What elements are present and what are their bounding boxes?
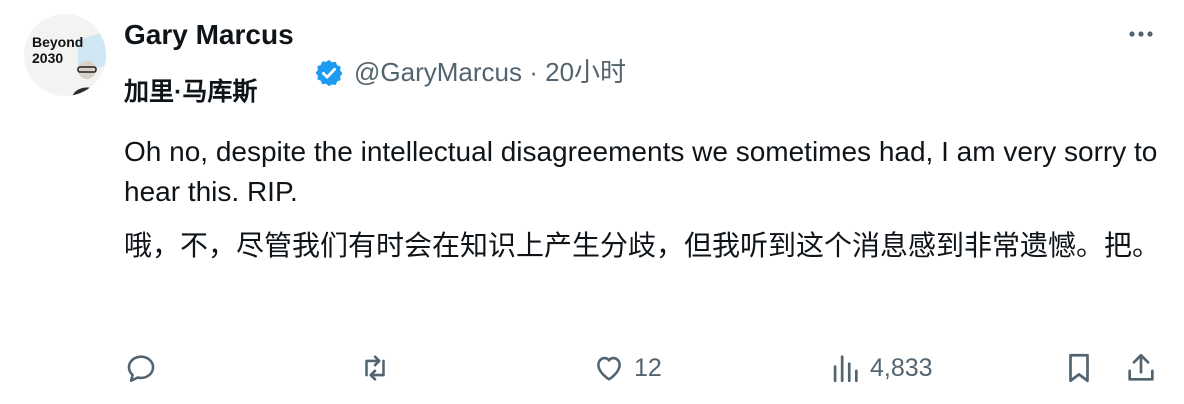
avatar-person-icon: [72, 61, 102, 96]
like-icon: [597, 356, 621, 381]
reply-button[interactable]: [124, 346, 158, 390]
views-button[interactable]: 4,833: [828, 346, 933, 390]
tweet-text-chinese: 哦，不，尽管我们有时会在知识上产生分歧，但我听到这个消息感到非常遗憾。把。: [124, 230, 1161, 261]
like-button[interactable]: 12: [592, 346, 662, 390]
bookmark-icon: [1069, 353, 1089, 383]
author-meta: @GaryMarcus · 20小时: [354, 56, 626, 88]
tweet-text-english: Oh no, despite the intellectual disagree…: [124, 136, 1158, 207]
timestamp[interactable]: 20小时: [545, 57, 626, 87]
verified-badge-icon: [315, 59, 343, 87]
author-handle[interactable]: @GaryMarcus: [354, 57, 522, 87]
author-name[interactable]: Gary Marcus: [124, 18, 294, 52]
view-count: 4,833: [870, 353, 933, 382]
separator: ·: [529, 57, 538, 87]
share-icon: [1128, 353, 1154, 381]
retweet-button[interactable]: [358, 346, 392, 390]
views-icon: [833, 355, 858, 383]
bookmark-button[interactable]: [1062, 346, 1096, 390]
reply-icon: [127, 355, 155, 383]
action-bar: 12 4,833: [0, 346, 1184, 390]
share-button[interactable]: [1124, 346, 1158, 390]
avatar[interactable]: Beyond 2030: [24, 14, 106, 96]
retweet-icon: [365, 355, 385, 381]
more-icon[interactable]: [1126, 22, 1156, 46]
author-chinese-name: 加里·马库斯: [124, 78, 258, 106]
like-count: 12: [634, 353, 662, 382]
